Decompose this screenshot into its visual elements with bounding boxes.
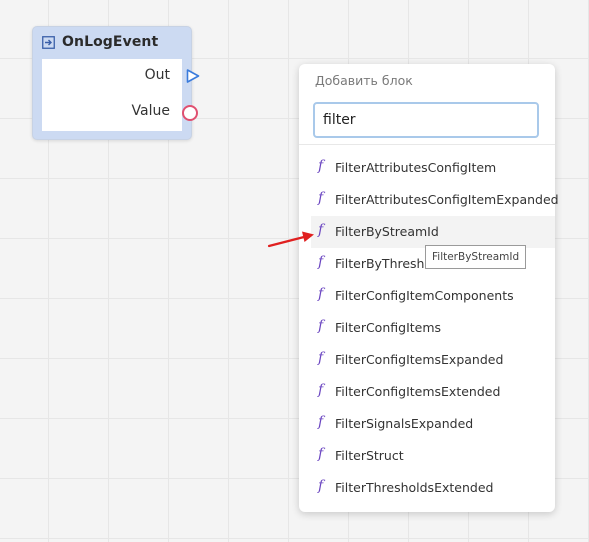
list-item-label: FilterConfigItemComponents <box>335 288 514 303</box>
list-item-label: FilterSignalsExpanded <box>335 416 474 431</box>
list-item[interactable]: f FilterByStreamId <box>311 216 555 248</box>
function-icon: f <box>318 382 324 398</box>
out-port-icon[interactable] <box>186 69 200 83</box>
block-list: f FilterAttributesConfigItem f FilterAttrib… <box>299 152 559 504</box>
function-icon: f <box>318 158 324 174</box>
divider <box>299 144 555 145</box>
search-box[interactable] <box>313 102 539 138</box>
node-body: Out Value <box>42 59 182 131</box>
node-title: OnLogEvent <box>62 34 159 50</box>
list-item-label: FilterByStreamId <box>335 224 439 239</box>
list-item-label: FilterConfigItems <box>335 320 442 335</box>
list-item[interactable]: f FilterAttributesConfigItemExpanded <box>299 184 559 216</box>
list-item-label: FilterConfigItemsExpanded <box>335 352 504 367</box>
list-item-label: FilterThresholdsExtended <box>335 480 494 495</box>
node-onlogevent[interactable]: OnLogEvent Out Value <box>32 26 200 140</box>
port-value-label: Value <box>131 103 170 119</box>
list-item[interactable]: f FilterConfigItemsExpanded <box>299 344 555 376</box>
search-input[interactable] <box>315 104 533 136</box>
function-icon: f <box>318 446 324 462</box>
popup-title: Добавить блок <box>315 73 413 88</box>
function-icon: f <box>318 478 324 494</box>
list-item[interactable]: f FilterConfigItemsExtended <box>299 376 555 408</box>
list-item[interactable]: f FilterStruct <box>299 440 555 472</box>
function-icon: f <box>318 414 324 430</box>
list-item-label: FilterStruct <box>335 448 404 463</box>
tooltip: FilterByStreamId <box>425 245 527 269</box>
list-item-label: FilterAttributesConfigItem <box>335 160 497 175</box>
entry-icon <box>42 36 55 49</box>
list-item[interactable]: f FilterConfigItems <box>299 312 555 344</box>
function-icon: f <box>318 254 324 270</box>
add-block-popup: Добавить блок f FilterAttributesConfigIte… <box>299 64 559 512</box>
function-icon: f <box>318 350 324 366</box>
list-item[interactable]: f FilterSignalsExpanded <box>299 408 555 440</box>
list-item[interactable]: f FilterAttributesConfigItem <box>299 152 555 184</box>
list-item-label: FilterAttributesConfigItemExpanded <box>335 192 559 207</box>
list-item[interactable]: f FilterThresholdsExtended <box>299 472 555 504</box>
function-icon: f <box>318 222 324 238</box>
list-item[interactable]: f FilterConfigItemComponents <box>299 280 555 312</box>
annotation-arrow <box>267 231 314 248</box>
list-item-label: FilterConfigItemsExtended <box>335 384 501 399</box>
function-icon: f <box>318 318 324 334</box>
value-port-icon[interactable] <box>182 105 198 121</box>
node-header[interactable]: OnLogEvent <box>33 27 191 59</box>
port-out-label: Out <box>144 67 170 83</box>
function-icon: f <box>318 286 324 302</box>
function-icon: f <box>318 190 324 206</box>
